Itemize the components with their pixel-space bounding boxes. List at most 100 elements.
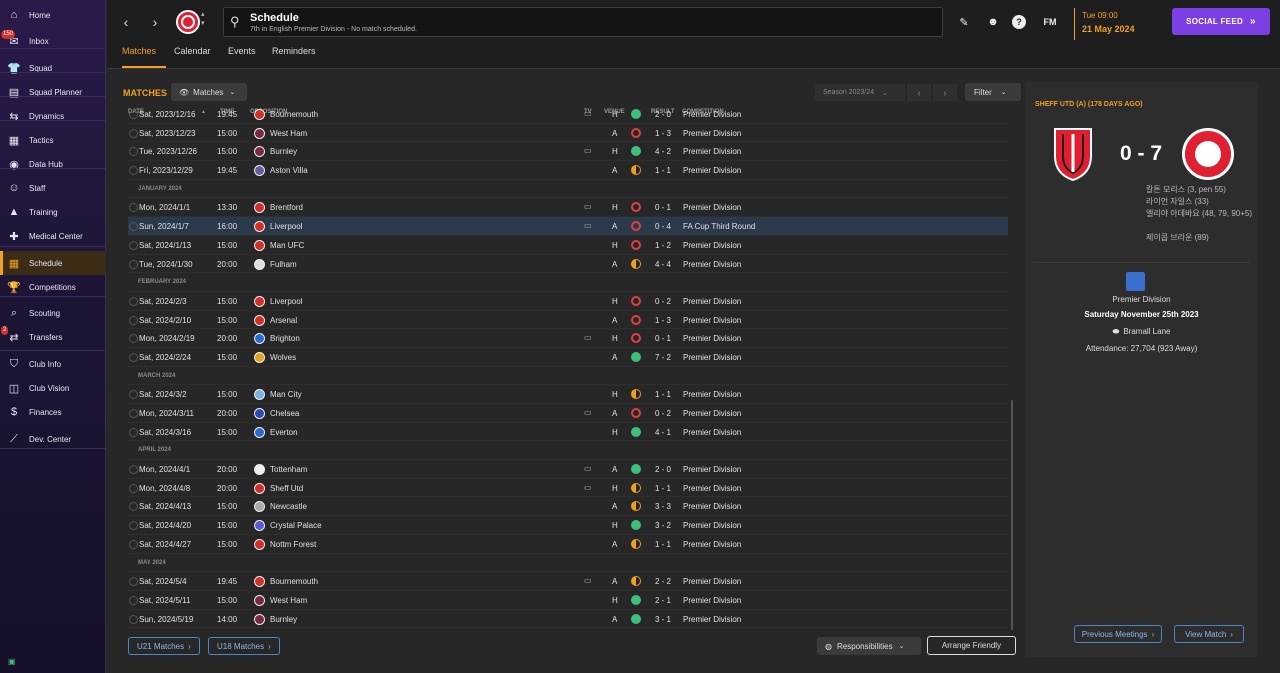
match-result[interactable]: 3 - 3 <box>655 502 671 511</box>
match-result[interactable]: 3 - 1 <box>655 615 671 624</box>
table-row[interactable]: Mon, 2024/2/19 20:00 Brighton ▭ H 0 - 1 Premie… <box>128 329 1008 348</box>
table-row[interactable]: Sat, 2024/2/10 15:00 Arsenal A 1 - 3 Premier … <box>128 311 1008 330</box>
row-checkbox[interactable] <box>129 521 138 531</box>
sidebar-item-inbox[interactable]: ✉ Inbox 150 <box>0 29 106 53</box>
row-checkbox[interactable] <box>129 222 138 232</box>
table-row[interactable]: Mon, 2024/1/1 13:30 Brentford ▭ H 0 - 1 Premie… <box>128 198 1008 218</box>
opponent-name[interactable]: Crystal Palace <box>270 521 322 530</box>
match-result[interactable]: 4 - 1 <box>655 428 671 437</box>
sidebar-item-staff[interactable]: ☺ Staff <box>0 176 106 200</box>
opponent-name[interactable]: Newcastle <box>270 502 307 511</box>
match-result[interactable]: 1 - 1 <box>655 484 671 493</box>
match-result[interactable]: 1 - 1 <box>655 166 671 175</box>
table-row[interactable]: Tue, 2024/1/30 20:00 Fulham A 4 - 4 Premier D… <box>128 255 1008 274</box>
club-switch-chevrons-icon[interactable]: ▴ ▾ <box>201 10 205 28</box>
sidebar-item-medical-center[interactable]: ✚ Medical Center <box>0 224 106 248</box>
sidebar-item-club-vision[interactable]: ◫ Club Vision <box>0 376 106 400</box>
table-row[interactable]: Sat, 2024/3/16 15:00 Everton H 4 - 1 Premier … <box>128 423 1008 442</box>
table-row[interactable]: Sat, 2024/2/3 15:00 Liverpool H 0 - 2 Premier… <box>128 292 1008 311</box>
match-result[interactable]: 0 - 1 <box>655 203 671 212</box>
table-row[interactable]: Sat, 2023/12/23 15:00 West Ham A 1 - 3 Premie… <box>128 124 1008 143</box>
sidebar-item-transfers[interactable]: ⇄ Transfers 2 <box>0 325 106 349</box>
match-result[interactable]: 1 - 2 <box>655 241 671 250</box>
row-checkbox[interactable] <box>129 240 138 250</box>
opponent-name[interactable]: Nottm Forest <box>270 540 316 549</box>
row-checkbox[interactable] <box>129 147 138 157</box>
sidebar-item-home[interactable]: ⌂ Home <box>0 3 106 27</box>
opponent-name[interactable]: Brentford <box>270 203 303 212</box>
opponent-name[interactable]: Burnley <box>270 615 297 624</box>
match-result[interactable]: 1 - 1 <box>655 540 671 549</box>
opponent-name[interactable]: Wolves <box>270 353 296 362</box>
row-checkbox[interactable] <box>129 110 138 119</box>
opponent-name[interactable]: Fulham <box>270 260 297 269</box>
help-icon[interactable]: ? <box>1012 15 1026 29</box>
row-checkbox[interactable] <box>129 315 138 325</box>
row-checkbox[interactable] <box>129 577 138 587</box>
filter-button[interactable]: Filter ⌄ <box>965 83 1021 101</box>
match-result[interactable]: 0 - 1 <box>655 334 671 343</box>
back-button[interactable]: ‹ <box>115 11 137 33</box>
view-match-button[interactable]: View Match › <box>1174 625 1244 643</box>
row-checkbox[interactable] <box>129 352 138 362</box>
opponent-name[interactable]: Bournemouth <box>270 577 318 586</box>
match-result[interactable]: 0 - 2 <box>655 409 671 418</box>
sidebar-item-squad-planner[interactable]: ▤ Squad Planner <box>0 80 106 104</box>
match-result[interactable]: 3 - 2 <box>655 521 671 530</box>
previous-meetings-button[interactable]: Previous Meetings › <box>1074 625 1162 643</box>
row-checkbox[interactable] <box>129 296 138 306</box>
opponent-name[interactable]: Bournemouth <box>270 110 318 119</box>
opponent-name[interactable]: Sheff Utd <box>270 484 303 493</box>
club-badge-icon[interactable] <box>176 10 200 34</box>
opponent-name[interactable]: West Ham <box>270 596 307 605</box>
sidebar-item-schedule[interactable]: ▦ Schedule <box>0 251 106 275</box>
table-row[interactable]: Sat, 2024/4/13 15:00 Newcastle A 3 - 3 Premie… <box>128 497 1008 517</box>
table-row[interactable]: Sat, 2024/5/4 19:45 Bournemouth ▭ A 2 - 2 Prem… <box>128 572 1008 591</box>
tab-reminders[interactable]: Reminders <box>272 46 316 68</box>
row-checkbox[interactable] <box>129 539 138 549</box>
row-checkbox[interactable] <box>129 390 138 400</box>
opponent-name[interactable]: Brighton <box>270 334 300 343</box>
table-row[interactable]: Mon, 2024/3/11 20:00 Chelsea ▭ A 0 - 2 Premier… <box>128 404 1008 423</box>
manager-icon[interactable]: ☻ <box>984 13 1002 31</box>
table-row[interactable]: Sat, 2024/4/20 15:00 Crystal Palace H 3 - 2 P… <box>128 516 1008 535</box>
opponent-name[interactable]: Liverpool <box>270 222 302 231</box>
opponent-name[interactable]: Chelsea <box>270 409 299 418</box>
sidebar-item-tactics[interactable]: ▦ Tactics <box>0 128 106 152</box>
match-result[interactable]: 4 - 4 <box>655 260 671 269</box>
controller-icon[interactable]: ▣ <box>8 657 17 666</box>
opponent-name[interactable]: Man City <box>270 390 302 399</box>
row-checkbox[interactable] <box>129 427 138 437</box>
match-result[interactable]: 1 - 3 <box>655 316 671 325</box>
tab-calendar[interactable]: Calendar <box>174 46 211 68</box>
match-result[interactable]: 0 - 2 <box>655 297 671 306</box>
u18-matches-button[interactable]: U18 Matches › <box>208 637 280 655</box>
u21-matches-button[interactable]: U21 Matches › <box>128 637 200 655</box>
edit-icon[interactable]: ✎ <box>955 13 973 31</box>
tab-events[interactable]: Events <box>228 46 256 68</box>
opponent-name[interactable]: Burnley <box>270 147 297 156</box>
prev-season-button[interactable]: ‹ <box>907 84 931 101</box>
match-result[interactable]: 4 - 2 <box>655 147 671 156</box>
opponent-name[interactable]: Man UFC <box>270 241 304 250</box>
table-row[interactable]: Sun, 2024/5/19 14:00 Burnley A 3 - 1 Premier … <box>128 610 1008 629</box>
table-scrollbar[interactable] <box>1011 400 1013 630</box>
sidebar-item-finances[interactable]: $ Finances <box>0 400 106 424</box>
row-checkbox[interactable] <box>129 128 138 138</box>
row-checkbox[interactable] <box>129 334 138 344</box>
match-result[interactable]: 2 - 0 <box>655 465 671 474</box>
sidebar-item-training[interactable]: ▲ Training <box>0 200 106 224</box>
table-row[interactable]: Sat, 2024/2/24 15:00 Wolves A 7 - 2 Premier D… <box>128 348 1008 367</box>
row-checkbox[interactable] <box>129 483 138 493</box>
match-result[interactable]: 0 - 4 <box>655 222 671 231</box>
table-row[interactable]: Mon, 2024/4/8 20:00 Sheff Utd ▭ H 1 - 1 Premie… <box>128 479 1008 498</box>
opponent-name[interactable]: Everton <box>270 428 298 437</box>
table-row[interactable]: Mon, 2024/4/1 20:00 Tottenham ▭ A 2 - 0 Premie… <box>128 460 1008 479</box>
next-season-button[interactable]: › <box>933 84 957 101</box>
table-row[interactable]: Sat, 2024/1/13 15:00 Man UFC H 1 - 2 Premier … <box>128 236 1008 255</box>
table-row[interactable]: Sun, 2024/1/7 16:00 Liverpool ▭ A 0 - 4 FA Cup… <box>128 217 1008 236</box>
table-row[interactable]: Fri, 2023/12/29 19:45 Aston Villa A 1 - 1 Pre… <box>128 161 1008 180</box>
view-dropdown[interactable]: 👁 Matches ⌄ <box>171 83 247 101</box>
responsibilities-button[interactable]: ◍ Responsibilities ⌄ <box>817 637 921 655</box>
opponent-name[interactable]: Liverpool <box>270 297 302 306</box>
